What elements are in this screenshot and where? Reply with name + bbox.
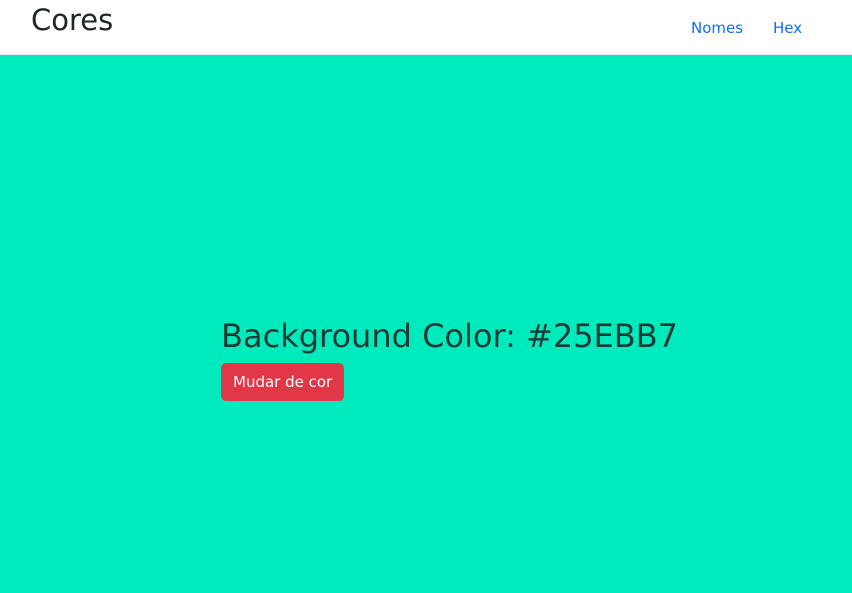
change-color-button[interactable]: Mudar de cor <box>221 363 345 401</box>
nav-link-nomes[interactable]: Nomes <box>691 18 743 38</box>
color-hex-value: #25EBB7 <box>526 317 679 355</box>
brand-title[interactable]: Cores <box>31 2 113 38</box>
nav-link-hex[interactable]: Hex <box>773 18 802 38</box>
background-color-heading: Background Color: #25EBB7 <box>221 316 678 356</box>
navbar: Cores Nomes Hex <box>0 0 852 55</box>
heading-prefix: Background Color: <box>221 317 527 355</box>
color-panel: Background Color: #25EBB7 Mudar de cor <box>0 55 852 593</box>
